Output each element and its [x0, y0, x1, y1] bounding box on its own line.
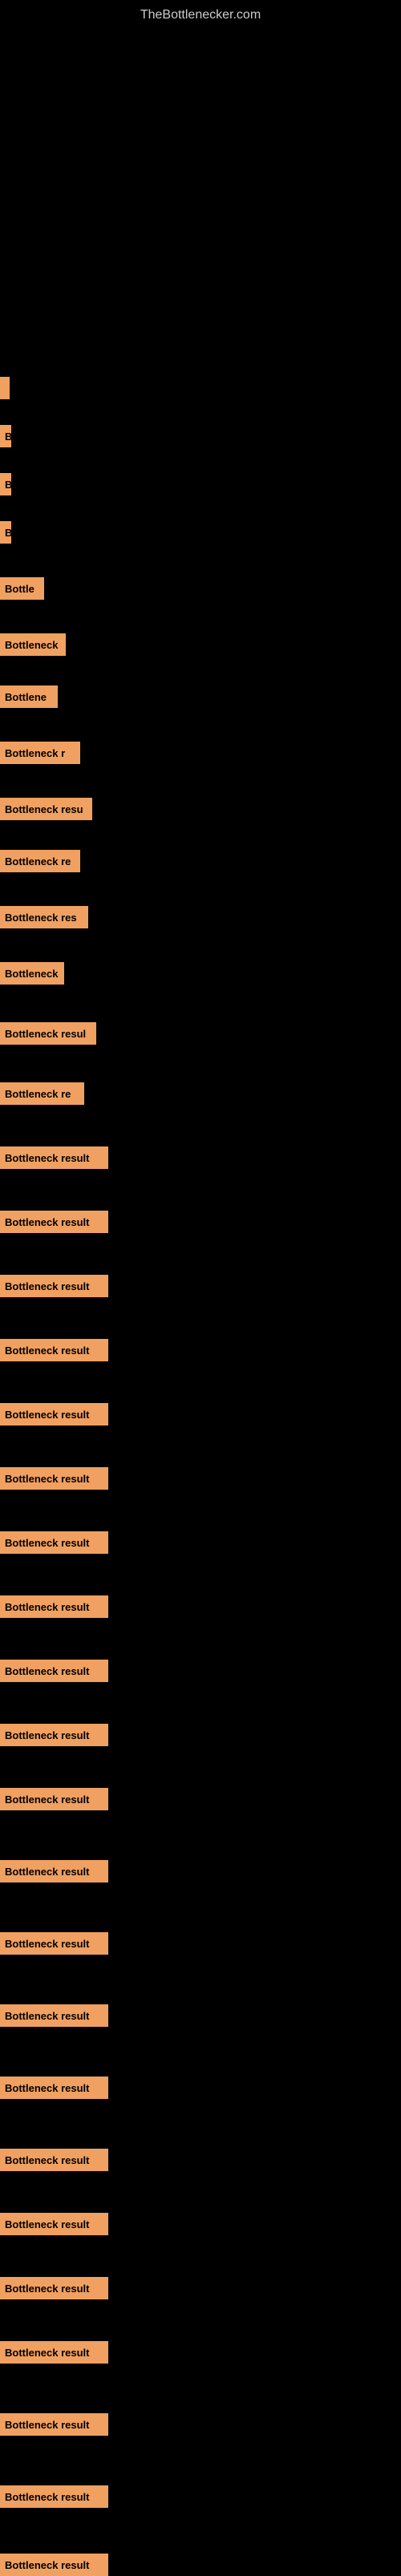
result-bar: Bottleneck result: [0, 2554, 108, 2576]
result-bar: Bottlene: [0, 685, 58, 708]
result-bar: Bottle: [0, 577, 44, 600]
result-bar: Bottleneck result: [0, 2277, 108, 2299]
result-bar: Bottleneck result: [0, 1660, 108, 1682]
result-bar-container: Bottleneck re: [0, 1082, 84, 1105]
result-bar: Bottleneck result: [0, 1467, 108, 1490]
result-bar: Bottleneck result: [0, 1932, 108, 1955]
result-bar-container: Bottleneck result: [0, 1339, 108, 1361]
result-bar: B: [0, 473, 11, 495]
result-bar-container: Bottleneck result: [0, 2213, 108, 2235]
result-bar-container: Bottleneck result: [0, 2277, 108, 2299]
result-bar-container: Bottle: [0, 577, 44, 600]
result-bar: Bottleneck re: [0, 850, 80, 872]
result-bar: B: [0, 425, 11, 447]
result-bar: Bottleneck result: [0, 2413, 108, 2436]
result-bar: Bottleneck result: [0, 2213, 108, 2235]
result-bar-container: B: [0, 521, 11, 544]
result-bar-container: [0, 377, 10, 399]
result-bar-container: Bottleneck result: [0, 1531, 108, 1554]
result-bar-container: B: [0, 425, 11, 447]
result-bar-container: Bottleneck res: [0, 906, 88, 928]
result-bar-container: Bottleneck result: [0, 1660, 108, 1682]
result-bar: Bottleneck re: [0, 1082, 84, 1105]
result-bar-container: Bottleneck result: [0, 2004, 108, 2027]
result-bar: [0, 377, 10, 399]
result-bar-container: Bottleneck result: [0, 1275, 108, 1297]
result-bar: Bottleneck result: [0, 1595, 108, 1618]
result-bar-container: Bottleneck result: [0, 2554, 108, 2576]
result-bar: Bottleneck result: [0, 2004, 108, 2027]
result-bar-container: Bottleneck result: [0, 1932, 108, 1955]
result-bar: Bottleneck result: [0, 1146, 108, 1169]
result-bar-container: Bottleneck result: [0, 1146, 108, 1169]
result-bar-container: Bottleneck result: [0, 2485, 108, 2508]
result-bar: Bottleneck result: [0, 2485, 108, 2508]
result-bar-container: Bottleneck result: [0, 2413, 108, 2436]
result-bar: Bottleneck result: [0, 2149, 108, 2171]
result-bar: Bottleneck result: [0, 1339, 108, 1361]
result-bar: Bottleneck res: [0, 906, 88, 928]
result-bar-container: Bottleneck result: [0, 1860, 108, 1882]
result-bar-container: Bottleneck re: [0, 850, 80, 872]
result-bar-container: Bottleneck result: [0, 1211, 108, 1233]
result-bar: Bottleneck resul: [0, 1022, 96, 1045]
result-bar: Bottleneck result: [0, 1788, 108, 1810]
result-bar-container: Bottleneck result: [0, 1403, 108, 1425]
result-bar: Bottleneck result: [0, 2341, 108, 2364]
result-bar-container: Bottleneck resu: [0, 798, 92, 820]
result-bar-container: Bottleneck result: [0, 1595, 108, 1618]
result-bar-container: Bottlene: [0, 685, 58, 708]
result-bar: Bottleneck resu: [0, 798, 92, 820]
result-bar: Bottleneck: [0, 962, 64, 985]
result-bar-container: Bottleneck result: [0, 2149, 108, 2171]
result-bar: Bottleneck result: [0, 1860, 108, 1882]
result-bar-container: Bottleneck resul: [0, 1022, 96, 1045]
result-bar-container: Bottleneck result: [0, 2077, 108, 2099]
result-bar-container: B: [0, 473, 11, 495]
result-bar-container: Bottleneck result: [0, 1724, 108, 1746]
result-bar: Bottleneck result: [0, 2077, 108, 2099]
result-bar: Bottleneck result: [0, 1275, 108, 1297]
result-bar: Bottleneck r: [0, 742, 80, 764]
result-bar: Bottleneck result: [0, 1211, 108, 1233]
result-bar: Bottleneck result: [0, 1531, 108, 1554]
result-bar: Bottleneck result: [0, 1403, 108, 1425]
site-title: TheBottlenecker.com: [0, 0, 401, 30]
result-bar-container: Bottleneck result: [0, 1467, 108, 1490]
result-bar-container: Bottleneck r: [0, 742, 80, 764]
result-bar: B: [0, 521, 11, 544]
result-bar: Bottleneck result: [0, 1724, 108, 1746]
result-bar-container: Bottleneck result: [0, 1788, 108, 1810]
result-bar-container: Bottleneck: [0, 962, 64, 985]
result-bar: Bottleneck: [0, 633, 66, 656]
result-bar-container: Bottleneck result: [0, 2341, 108, 2364]
result-bar-container: Bottleneck: [0, 633, 66, 656]
